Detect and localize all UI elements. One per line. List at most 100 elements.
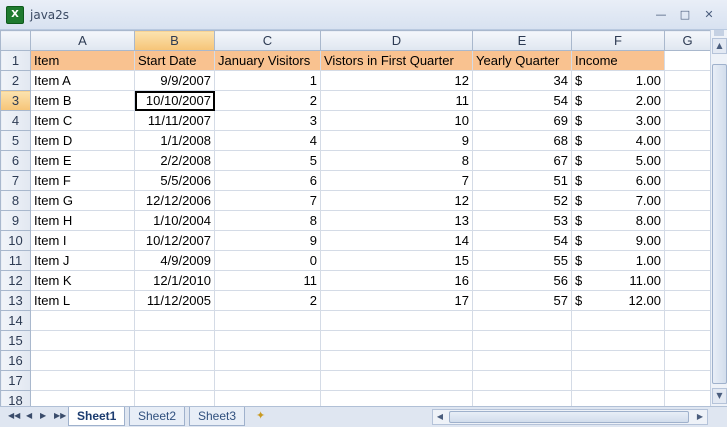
- january-visitors-cell[interactable]: 6: [214, 170, 321, 191]
- item-cell[interactable]: Item G: [30, 190, 135, 211]
- first-quarter-cell[interactable]: 12: [320, 70, 473, 91]
- column-header-c[interactable]: C: [214, 30, 321, 51]
- column-header-a[interactable]: A: [30, 30, 135, 51]
- first-quarter-cell[interactable]: 17: [320, 290, 473, 311]
- start-date-cell[interactable]: 12/12/2006: [134, 190, 215, 211]
- first-quarter-cell[interactable]: 12: [320, 190, 473, 211]
- yearly-quarter-cell[interactable]: 53: [472, 210, 572, 231]
- row-header[interactable]: 11: [0, 250, 31, 271]
- header-cell[interactable]: Yearly Quarter: [472, 50, 572, 71]
- empty-cell[interactable]: [571, 370, 665, 391]
- income-cell[interactable]: $4.00: [571, 130, 665, 151]
- january-visitors-cell[interactable]: 11: [214, 270, 321, 291]
- empty-cell[interactable]: [214, 370, 321, 391]
- header-cell[interactable]: Vistors in First Quarter: [320, 50, 473, 71]
- income-cell[interactable]: $6.00: [571, 170, 665, 191]
- yearly-quarter-cell[interactable]: 51: [472, 170, 572, 191]
- january-visitors-cell[interactable]: 4: [214, 130, 321, 151]
- empty-cell[interactable]: [664, 150, 711, 171]
- income-cell[interactable]: $3.00: [571, 110, 665, 131]
- row-header[interactable]: 13: [0, 290, 31, 311]
- empty-cell[interactable]: [664, 90, 711, 111]
- start-date-cell[interactable]: 10/10/2007: [134, 90, 215, 111]
- empty-cell[interactable]: [664, 170, 711, 191]
- scroll-right-icon[interactable]: ▶: [693, 410, 707, 424]
- empty-cell[interactable]: [214, 350, 321, 371]
- scroll-down-icon[interactable]: ▼: [712, 388, 727, 404]
- insert-sheet-icon[interactable]: ✦: [256, 409, 272, 424]
- start-date-cell[interactable]: 1/1/2008: [134, 130, 215, 151]
- column-header-d[interactable]: D: [320, 30, 473, 51]
- empty-cell[interactable]: [664, 70, 711, 91]
- income-cell[interactable]: $1.00: [571, 250, 665, 271]
- january-visitors-cell[interactable]: 7: [214, 190, 321, 211]
- start-date-cell[interactable]: 9/9/2007: [134, 70, 215, 91]
- item-cell[interactable]: Item L: [30, 290, 135, 311]
- empty-cell[interactable]: [664, 50, 711, 71]
- header-cell[interactable]: Item: [30, 50, 135, 71]
- row-header[interactable]: 15: [0, 330, 31, 351]
- first-quarter-cell[interactable]: 14: [320, 230, 473, 251]
- column-header-e[interactable]: E: [472, 30, 572, 51]
- row-header[interactable]: 8: [0, 190, 31, 211]
- empty-cell[interactable]: [30, 310, 135, 331]
- empty-cell[interactable]: [134, 350, 215, 371]
- yearly-quarter-cell[interactable]: 69: [472, 110, 572, 131]
- row-header[interactable]: 4: [0, 110, 31, 131]
- yearly-quarter-cell[interactable]: 52: [472, 190, 572, 211]
- empty-cell[interactable]: [134, 330, 215, 351]
- empty-cell[interactable]: [571, 330, 665, 351]
- january-visitors-cell[interactable]: 8: [214, 210, 321, 231]
- column-header-b[interactable]: B: [134, 30, 215, 51]
- minimize-button[interactable]: —: [650, 6, 672, 24]
- horizontal-scrollbar[interactable]: ◀ ▶: [432, 409, 708, 425]
- empty-cell[interactable]: [30, 350, 135, 371]
- row-header[interactable]: 14: [0, 310, 31, 331]
- close-button[interactable]: ✕: [698, 6, 720, 24]
- item-cell[interactable]: Item A: [30, 70, 135, 91]
- row-header[interactable]: 1: [0, 50, 31, 71]
- item-cell[interactable]: Item C: [30, 110, 135, 131]
- tab-sheet3[interactable]: Sheet3: [189, 407, 246, 426]
- income-cell[interactable]: $9.00: [571, 230, 665, 251]
- yearly-quarter-cell[interactable]: 34: [472, 70, 572, 91]
- start-date-cell[interactable]: 10/12/2007: [134, 230, 215, 251]
- income-cell[interactable]: $5.00: [571, 150, 665, 171]
- item-cell[interactable]: Item J: [30, 250, 135, 271]
- tab-sheet2[interactable]: Sheet2: [129, 407, 186, 426]
- vertical-scrollbar[interactable]: ▲ ▼: [710, 30, 727, 408]
- last-sheet-icon[interactable]: ▶▶: [54, 411, 66, 420]
- empty-cell[interactable]: [30, 330, 135, 351]
- start-date-cell[interactable]: 11/11/2007: [134, 110, 215, 131]
- empty-cell[interactable]: [472, 350, 572, 371]
- item-cell[interactable]: Item D: [30, 130, 135, 151]
- scroll-up-icon[interactable]: ▲: [712, 38, 727, 54]
- header-cell[interactable]: January Visitors: [214, 50, 321, 71]
- yearly-quarter-cell[interactable]: 67: [472, 150, 572, 171]
- january-visitors-cell[interactable]: 2: [214, 90, 321, 111]
- empty-cell[interactable]: [472, 310, 572, 331]
- yearly-quarter-cell[interactable]: 54: [472, 230, 572, 251]
- empty-cell[interactable]: [571, 310, 665, 331]
- yearly-quarter-cell[interactable]: 54: [472, 90, 572, 111]
- first-sheet-icon[interactable]: ◀◀: [8, 411, 20, 420]
- first-quarter-cell[interactable]: 10: [320, 110, 473, 131]
- next-sheet-icon[interactable]: ▶: [40, 411, 46, 420]
- row-header[interactable]: 5: [0, 130, 31, 151]
- row-header[interactable]: 7: [0, 170, 31, 191]
- empty-cell[interactable]: [664, 230, 711, 251]
- item-cell[interactable]: Item F: [30, 170, 135, 191]
- horizontal-scroll-thumb[interactable]: [449, 411, 689, 423]
- empty-cell[interactable]: [664, 350, 711, 371]
- start-date-cell[interactable]: 11/12/2005: [134, 290, 215, 311]
- row-header[interactable]: 2: [0, 70, 31, 91]
- header-cell[interactable]: Income: [571, 50, 665, 71]
- empty-cell[interactable]: [664, 310, 711, 331]
- yearly-quarter-cell[interactable]: 56: [472, 270, 572, 291]
- january-visitors-cell[interactable]: 1: [214, 70, 321, 91]
- start-date-cell[interactable]: 12/1/2010: [134, 270, 215, 291]
- empty-cell[interactable]: [664, 210, 711, 231]
- empty-cell[interactable]: [664, 330, 711, 351]
- row-header[interactable]: 6: [0, 150, 31, 171]
- january-visitors-cell[interactable]: 5: [214, 150, 321, 171]
